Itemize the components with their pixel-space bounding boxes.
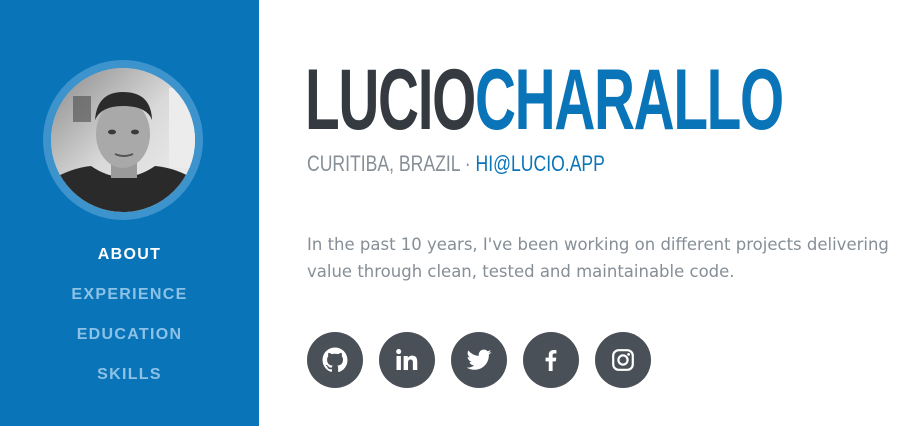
github-button[interactable] (307, 332, 363, 388)
nav-menu: ABOUT EXPERIENCE EDUCATION SKILLS (0, 244, 259, 404)
avatar-photo (51, 68, 195, 212)
linkedin-icon (396, 349, 418, 370)
twitter-icon (466, 349, 492, 370)
instagram-button[interactable] (595, 332, 651, 388)
social-icons (307, 332, 651, 388)
nav-item-about[interactable]: ABOUT (0, 244, 259, 284)
sidebar: ABOUT EXPERIENCE EDUCATION SKILLS (0, 0, 259, 426)
twitter-button[interactable] (451, 332, 507, 388)
bio-text: In the past 10 years, I've been working … (307, 235, 889, 281)
avatar (51, 68, 195, 212)
instagram-icon (612, 349, 634, 371)
subheading: CURITIBA, BRAZIL · HI@LUCIO.APP (307, 152, 605, 176)
avatar-ring (43, 60, 203, 220)
first-name: LUCIO (305, 52, 476, 148)
facebook-button[interactable] (523, 332, 579, 388)
nav-item-experience[interactable]: EXPERIENCE (0, 284, 259, 324)
page-title: LUCIOCHARALLO (305, 52, 784, 148)
location-text: CURITIBA, BRAZIL (307, 151, 460, 176)
nav-item-education[interactable]: EDUCATION (0, 324, 259, 364)
separator: · (464, 151, 471, 176)
email-link[interactable]: HI@LUCIO.APP (476, 151, 605, 176)
nav-item-skills[interactable]: SKILLS (0, 364, 259, 404)
page: ABOUT EXPERIENCE EDUCATION SKILLS LUCIOC… (0, 0, 907, 426)
facebook-icon (545, 349, 557, 371)
github-icon (322, 347, 348, 373)
linkedin-button[interactable] (379, 332, 435, 388)
last-name: CHARALLO (474, 52, 784, 148)
